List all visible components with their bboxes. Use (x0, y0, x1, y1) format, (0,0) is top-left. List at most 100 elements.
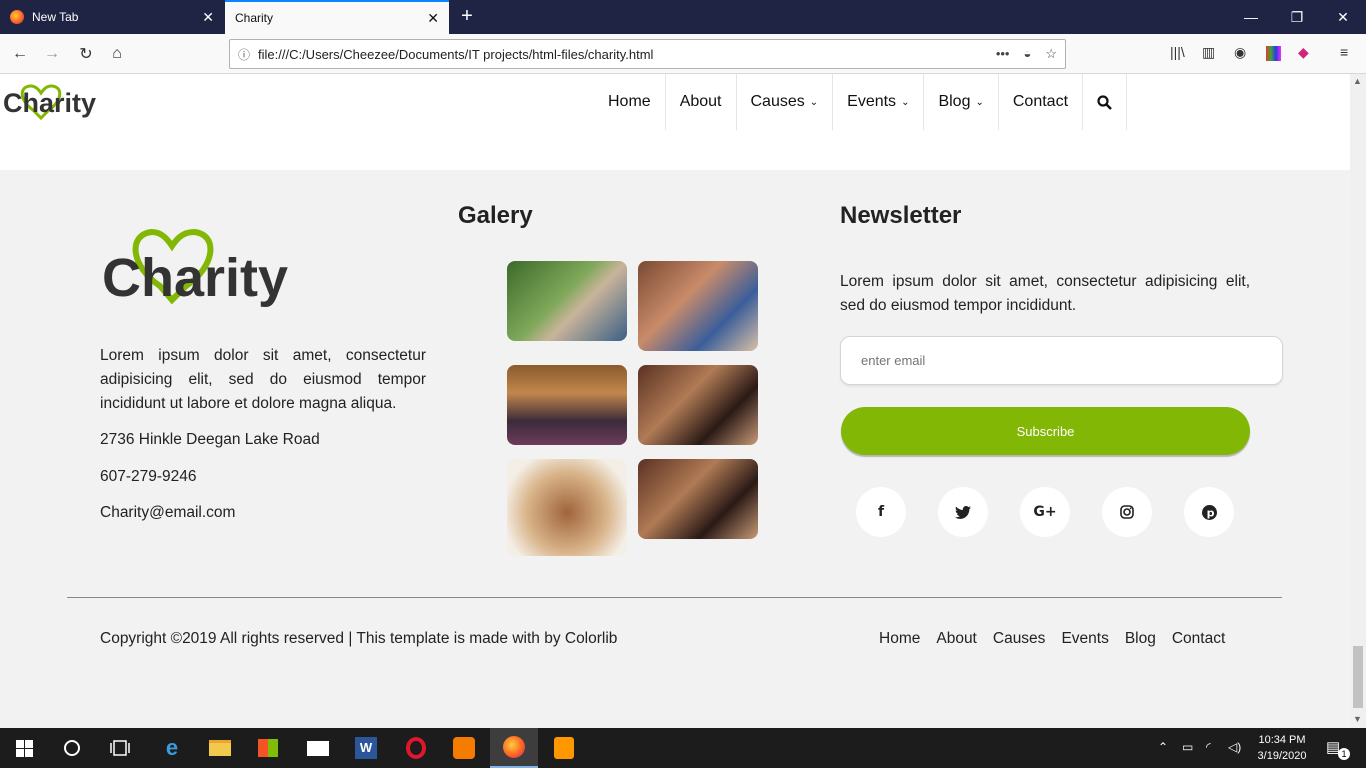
page-scrollbar[interactable]: ▲ ▼ (1350, 74, 1366, 728)
footer-link-blog[interactable]: Blog (1125, 630, 1156, 648)
store-icon[interactable] (244, 728, 292, 768)
restore-icon[interactable]: ❐ (1274, 0, 1320, 34)
facebook-icon[interactable]: f (856, 487, 906, 537)
forward-icon[interactable]: → (38, 40, 66, 68)
info-icon[interactable]: ⓘ (230, 46, 258, 63)
menu-item-causes[interactable]: Causes ⌄ (737, 74, 834, 130)
file-explorer-icon[interactable] (196, 728, 244, 768)
gallery-image-child-in-field[interactable] (507, 261, 627, 341)
close-tab-icon[interactable]: ✕ (202, 9, 214, 26)
chevron-up-icon[interactable]: ⌃ (1158, 740, 1168, 754)
scroll-down-icon[interactable]: ▼ (1353, 714, 1362, 724)
xampp-icon[interactable] (440, 728, 488, 768)
scrollbar-thumb[interactable] (1353, 646, 1363, 708)
word-icon[interactable]: W (342, 728, 390, 768)
clock-date: 3/19/2020 (1257, 750, 1307, 762)
windows-taskbar: e W ⌃ ▭ ◜ ◁) 10:34 PM 3/19/2020 ▤ 1 (0, 728, 1366, 768)
subscribe-button[interactable]: Subscribe (841, 407, 1250, 455)
volume-icon[interactable]: ◁) (1228, 740, 1241, 754)
email-input[interactable] (840, 336, 1283, 385)
gallery-image-smiling-children[interactable] (638, 459, 758, 539)
library-icon[interactable]: |||\ (1170, 44, 1185, 60)
edge-icon[interactable]: e (148, 728, 196, 768)
footer-link-causes[interactable]: Causes (993, 630, 1046, 648)
tab-title: New Tab (32, 10, 79, 24)
menu-item-home[interactable]: Home (594, 74, 666, 130)
footer-menu: Home About Causes Events Blog Contact (879, 630, 1225, 648)
tab-new-tab[interactable]: New Tab ✕ (0, 0, 224, 34)
gallery-image-group-of-children[interactable] (638, 261, 758, 351)
menu-label: Blog (938, 93, 971, 110)
main-menu: Home About Causes ⌄ Events ⌄ Blog ⌄ Contact (594, 74, 1128, 130)
firefox-icon[interactable] (490, 728, 538, 768)
bookmark-star-icon[interactable]: ☆ (1045, 46, 1057, 62)
tab-charity[interactable]: Charity ✕ (225, 0, 449, 34)
gallery-image-smiling-children[interactable] (638, 365, 758, 445)
menu-item-events[interactable]: Events ⌄ (833, 74, 925, 130)
notification-count-badge: 1 (1338, 748, 1350, 760)
start-icon[interactable] (0, 728, 48, 768)
footer-link-contact[interactable]: Contact (1172, 630, 1225, 648)
chevron-down-icon: ⌄ (809, 96, 819, 108)
gallery-image-classroom[interactable] (507, 365, 627, 445)
menu-label: Home (608, 93, 651, 110)
email-text[interactable]: Charity@email.com (100, 504, 235, 522)
pocket-icon[interactable]: ◒ (1023, 46, 1031, 62)
url-text[interactable]: file:///C:/Users/Cheezee/Documents/IT pr… (258, 47, 653, 62)
page-actions-icon[interactable]: ••• (996, 46, 1010, 62)
wifi-icon[interactable]: ◜ (1206, 740, 1211, 754)
opera-icon[interactable] (392, 728, 440, 768)
close-tab-icon[interactable]: ✕ (427, 10, 439, 27)
menu-item-blog[interactable]: Blog ⌄ (924, 74, 999, 130)
reload-icon[interactable]: ↻ (72, 40, 100, 68)
battery-icon[interactable]: ▭ (1182, 740, 1193, 754)
chevron-down-icon: ⌄ (901, 96, 910, 108)
footer-link-home[interactable]: Home (879, 630, 920, 648)
gallery-image-child-portrait[interactable] (507, 459, 627, 556)
about-text: Lorem ipsum dolor sit amet, consectetur … (100, 347, 426, 412)
chevron-down-icon: ⌄ (975, 96, 984, 108)
menu-item-about[interactable]: About (666, 74, 737, 130)
menu-icon[interactable]: ≡ (1340, 44, 1348, 60)
charity-logo[interactable]: Charity (3, 80, 103, 124)
menu-item-contact[interactable]: Contact (999, 74, 1084, 130)
site-header: Charity Home About Causes ⌄ Events ⌄ Blog ⌄… (0, 74, 1350, 170)
taskbar-clock[interactable]: 10:34 PM 3/19/2020 (1250, 732, 1314, 764)
pinterest-icon[interactable]: p (1184, 487, 1234, 537)
gallery-title: Galery (458, 202, 533, 229)
sidebar-icon[interactable]: ▥ (1202, 44, 1215, 61)
mail-icon[interactable] (294, 728, 342, 768)
sublime-text-icon[interactable] (540, 728, 588, 768)
newsletter-text: Lorem ipsum dolor sit amet, consectetur … (840, 273, 1250, 314)
google-plus-icon[interactable]: G+ (1020, 487, 1070, 537)
phone-text: 607-279-9246 (100, 468, 197, 485)
extension-color-icon[interactable]: ◆ (1298, 44, 1309, 61)
footer-charity-logo[interactable]: Charity (100, 226, 300, 312)
instagram-icon[interactable] (1102, 487, 1152, 537)
extension-icon[interactable] (1266, 46, 1281, 61)
account-icon[interactable]: ◉ (1234, 44, 1246, 61)
close-window-icon[interactable]: ✕ (1320, 0, 1366, 34)
scroll-up-icon[interactable]: ▲ (1353, 76, 1362, 86)
menu-label: Causes (750, 93, 805, 110)
page-content: Charity Home About Causes ⌄ Events ⌄ Blog ⌄… (0, 74, 1350, 728)
minimize-icon[interactable]: — (1228, 0, 1274, 34)
footer-divider (67, 597, 1282, 598)
svg-text:Charity: Charity (3, 88, 96, 118)
search-icon[interactable] (48, 728, 96, 768)
task-view-icon[interactable] (96, 728, 144, 768)
url-bar[interactable]: ⓘ file:///C:/Users/Cheezee/Documents/IT … (229, 39, 1066, 69)
browser-tab-bar: New Tab ✕ Charity ✕ + — ❐ ✕ (0, 0, 1366, 34)
newsletter-title: Newsletter (840, 202, 962, 229)
search-icon[interactable] (1083, 74, 1128, 130)
footer-link-about[interactable]: About (936, 630, 977, 648)
new-tab-button[interactable]: + (456, 4, 478, 28)
twitter-icon[interactable] (938, 487, 988, 537)
menu-label: Contact (1012, 93, 1069, 110)
home-icon[interactable]: ⌂ (103, 40, 131, 68)
footer-link-events[interactable]: Events (1061, 630, 1108, 648)
clock-time: 10:34 PM (1258, 734, 1306, 746)
menu-label: Events (847, 93, 897, 110)
menu-label: About (679, 93, 722, 110)
back-icon[interactable]: ← (6, 40, 34, 68)
